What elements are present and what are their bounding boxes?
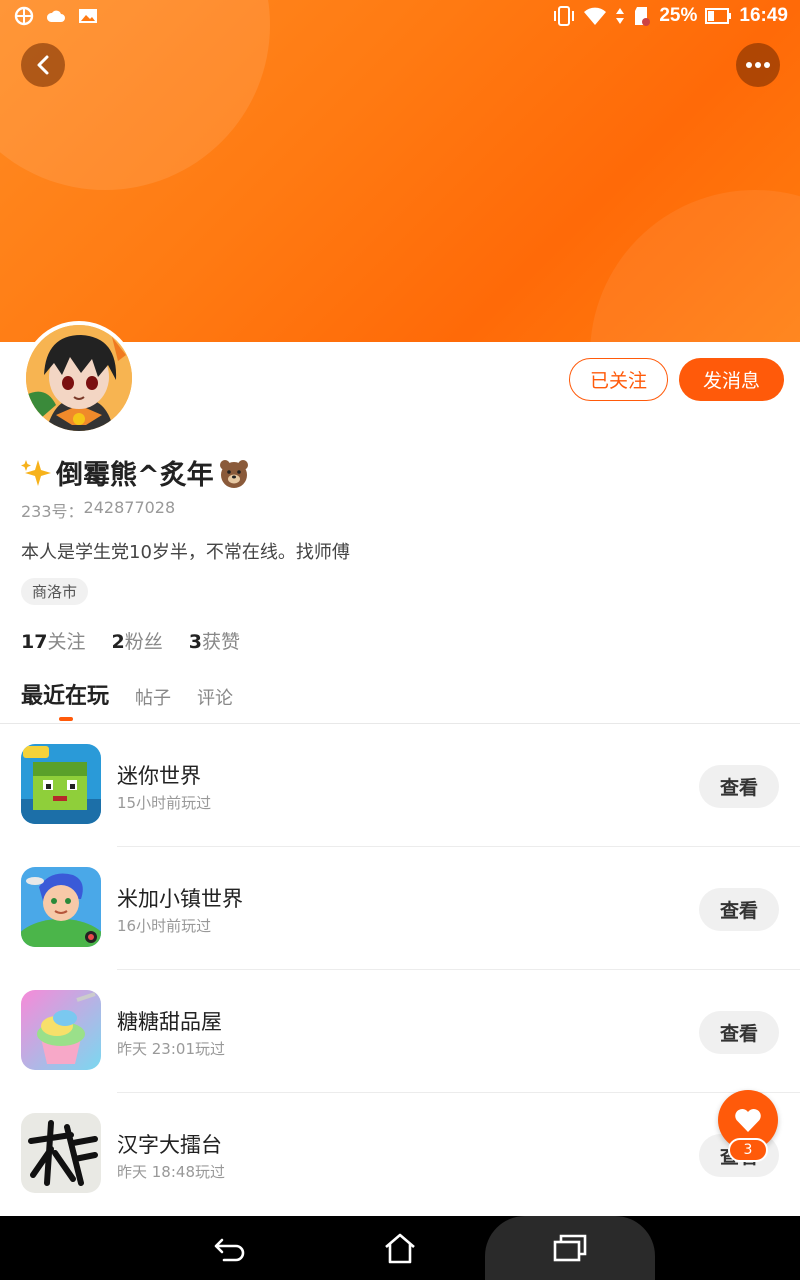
profile-banner bbox=[0, 0, 800, 342]
followed-button[interactable]: 已关注 bbox=[569, 358, 668, 401]
stat-label: 关注 bbox=[47, 631, 86, 653]
game-icon-sweet-dessert bbox=[21, 990, 101, 1070]
battery-percent: 25% bbox=[659, 5, 698, 26]
back-arrow-icon bbox=[214, 1238, 245, 1262]
game-list-item[interactable]: 汉字大擂台 昨天 18:48玩过 查看 bbox=[0, 1093, 800, 1216]
game-icon-miga-town bbox=[21, 867, 101, 947]
game-name: 迷你世界 bbox=[117, 764, 201, 788]
heart-icon bbox=[735, 1108, 761, 1132]
view-game-button[interactable]: 查看 bbox=[699, 765, 779, 808]
last-played-time: 昨天 23:01玩过 bbox=[117, 1040, 225, 1058]
view-game-button[interactable]: 查看 bbox=[699, 888, 779, 931]
battery-icon bbox=[705, 8, 732, 24]
more-options-button[interactable] bbox=[736, 43, 780, 87]
view-game-button[interactable]: 查看 bbox=[699, 1011, 779, 1054]
system-navigation-bar bbox=[0, 1216, 800, 1280]
game-name: 汉字大擂台 bbox=[117, 1133, 222, 1157]
bio-text: 本人是学生党10岁半，不常在线。找师傅 bbox=[21, 542, 350, 563]
game-list-item[interactable]: 迷你世界 15小时前玩过 查看 bbox=[0, 724, 800, 847]
last-played-time: 昨天 18:48玩过 bbox=[117, 1163, 225, 1181]
chevron-left-icon bbox=[37, 55, 49, 75]
like-count-badge: 3 bbox=[728, 1138, 768, 1162]
stat-number: 2 bbox=[111, 631, 125, 653]
last-played-time: 16小时前玩过 bbox=[117, 917, 212, 935]
vibrate-icon bbox=[554, 6, 575, 26]
username-text: 倒霉熊^炙年 bbox=[56, 460, 214, 491]
stats-row: 17关注 2粉丝 3获赞 bbox=[21, 627, 240, 654]
more-dots-icon bbox=[746, 62, 770, 68]
stat-likes[interactable]: 3获赞 bbox=[189, 627, 240, 654]
tab-posts[interactable]: 帖子 bbox=[135, 684, 171, 710]
user-id-label: 233号： bbox=[21, 502, 84, 521]
recent-apps-icon bbox=[553, 1234, 587, 1262]
nav-recent-apps-button[interactable] bbox=[485, 1216, 655, 1280]
nav-back-button[interactable] bbox=[180, 1216, 280, 1280]
wifi-icon bbox=[584, 7, 607, 25]
profile-tabs: 最近在玩 帖子 评论 bbox=[21, 678, 233, 721]
user-id-value: 242877028 bbox=[83, 498, 176, 517]
game-icon-mini-world bbox=[21, 744, 101, 824]
city-tag: 商洛市 bbox=[21, 578, 89, 605]
sd-card-icon bbox=[635, 7, 651, 26]
game-list-item[interactable]: 糖糖甜品屋 昨天 23:01玩过 查看 bbox=[0, 970, 800, 1093]
last-played-time: 15小时前玩过 bbox=[117, 794, 212, 812]
back-button[interactable] bbox=[21, 43, 65, 87]
game-name: 糖糖甜品屋 bbox=[117, 1010, 222, 1034]
stat-number: 17 bbox=[21, 631, 48, 653]
game-list-item[interactable]: 米加小镇世界 16小时前玩过 查看 bbox=[0, 847, 800, 970]
stat-number: 3 bbox=[188, 631, 202, 653]
avatar[interactable] bbox=[22, 321, 136, 435]
tab-recently-played[interactable]: 最近在玩 bbox=[21, 678, 109, 721]
image-icon bbox=[79, 9, 97, 23]
tab-comments[interactable]: 评论 bbox=[197, 684, 233, 710]
stat-label: 获赞 bbox=[201, 631, 240, 653]
username: 倒霉熊^炙年 bbox=[20, 453, 250, 492]
stat-fans[interactable]: 2粉丝 bbox=[111, 627, 162, 654]
game-icon-hanzi-arena bbox=[21, 1113, 101, 1193]
avatar-image bbox=[26, 325, 132, 431]
cloud-icon bbox=[46, 10, 65, 22]
stat-following[interactable]: 17关注 bbox=[21, 627, 85, 654]
app-notification-icon bbox=[14, 6, 34, 26]
banner-decoration bbox=[590, 190, 800, 342]
profile-screen: 25% 16:49 已关注 发消息 倒霉熊^炙年 233号： 242877028… bbox=[0, 0, 800, 1280]
user-id: 233号： 242877028 bbox=[21, 498, 175, 522]
home-icon bbox=[385, 1233, 415, 1264]
data-arrows-icon bbox=[616, 8, 625, 24]
game-name: 米加小镇世界 bbox=[117, 887, 243, 911]
stat-label: 粉丝 bbox=[124, 631, 163, 653]
sparkles-icon bbox=[21, 459, 51, 486]
bear-icon bbox=[219, 459, 248, 488]
nav-home-button[interactable] bbox=[350, 1216, 450, 1280]
send-message-button[interactable]: 发消息 bbox=[679, 358, 784, 401]
status-bar: 25% 16:49 bbox=[0, 0, 800, 34]
clock: 16:49 bbox=[739, 5, 788, 26]
